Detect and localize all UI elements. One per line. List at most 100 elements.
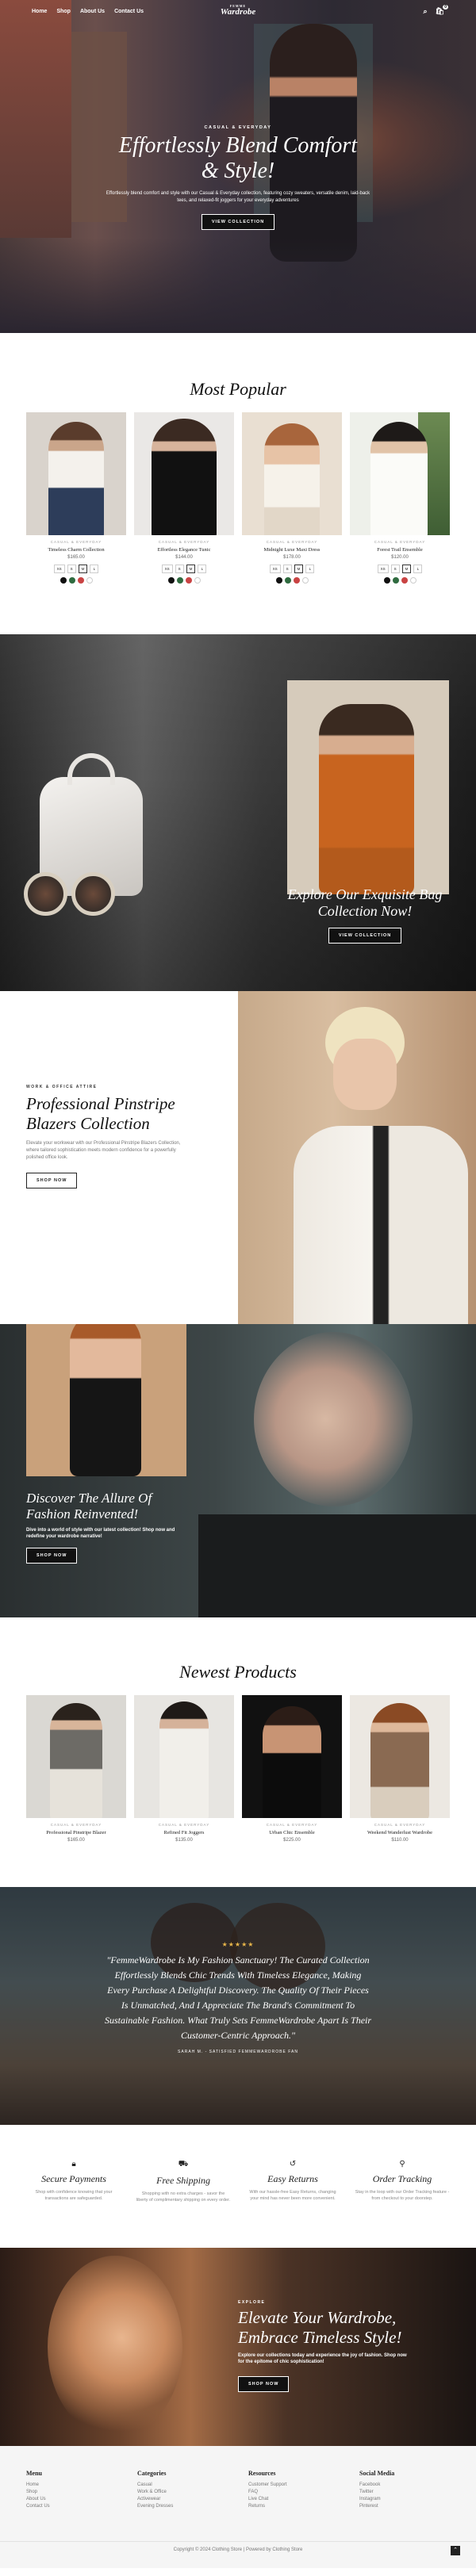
- blazers-title-line2: Blazers Collection: [26, 1114, 150, 1133]
- size-option[interactable]: XS: [269, 565, 281, 573]
- footer-link[interactable]: Twitter: [359, 2489, 450, 2496]
- product-image[interactable]: [350, 1695, 450, 1818]
- site-logo[interactable]: FEMME Wardrobe: [221, 5, 255, 17]
- blazers-shop-now-button[interactable]: SHOP NOW: [26, 1173, 78, 1188]
- footer-link[interactable]: Home: [26, 2482, 137, 2489]
- size-option[interactable]: L: [413, 565, 423, 573]
- feature-item: ⚲ Order Tracking Stay in the loop with o…: [355, 2160, 450, 2203]
- product-name[interactable]: Urban Chic Ensemble: [242, 1830, 342, 1835]
- feature-text: Shop with confidence knowing that your t…: [35, 2190, 113, 2201]
- size-option[interactable]: S: [390, 565, 400, 573]
- product-image[interactable]: [134, 1695, 234, 1818]
- size-option[interactable]: L: [305, 565, 315, 573]
- feature-title: Order Tracking: [372, 2173, 432, 2184]
- product-card[interactable]: CASUAL & EVERYDAY Timeless Charm Collect…: [26, 412, 126, 584]
- size-option[interactable]: S: [175, 565, 184, 573]
- product-card[interactable]: CASUAL & EVERYDAY Effortless Elegance Tu…: [134, 412, 234, 584]
- hero-street-overlay: [0, 238, 476, 333]
- product-card[interactable]: CASUAL & EVERYDAY Professional Pinstripe…: [26, 1695, 126, 1843]
- nav-link-home[interactable]: Home: [32, 9, 47, 14]
- size-option[interactable]: S: [67, 565, 76, 573]
- product-card[interactable]: CASUAL & EVERYDAY Refined Fit Joggers $1…: [134, 1695, 234, 1843]
- product-card[interactable]: CASUAL & EVERYDAY Urban Chic Ensemble $2…: [242, 1695, 342, 1843]
- product-card[interactable]: CASUAL & EVERYDAY Forest Trail Ensemble …: [350, 412, 450, 584]
- product-image[interactable]: [26, 1695, 126, 1818]
- product-image[interactable]: [350, 412, 450, 535]
- footer-link[interactable]: Pinterest: [359, 2503, 450, 2510]
- size-option[interactable]: XS: [53, 565, 65, 573]
- testimonial-content: ★★★★★ "FemmeWardrobe Is My Fashion Sanct…: [103, 1941, 373, 2054]
- product-image[interactable]: [242, 412, 342, 535]
- footer-link[interactable]: Work & Office: [137, 2489, 248, 2496]
- color-swatch[interactable]: [60, 577, 67, 584]
- nav-link-shop[interactable]: Shop: [56, 9, 71, 14]
- color-swatch[interactable]: [68, 577, 75, 584]
- color-swatch[interactable]: [401, 577, 408, 584]
- color-swatch[interactable]: [194, 577, 201, 584]
- product-price: $110.00: [391, 1838, 409, 1843]
- allure-shop-now-button[interactable]: SHOP NOW: [26, 1548, 78, 1564]
- cart-icon[interactable]: 🛍 0: [436, 4, 448, 16]
- product-card[interactable]: CASUAL & EVERYDAY Midnight Luxe Maxi Dre…: [242, 412, 342, 584]
- color-swatch[interactable]: [284, 577, 291, 584]
- color-swatch[interactable]: [176, 577, 183, 584]
- hero-view-collection-button[interactable]: VIEW COLLECTION: [201, 214, 275, 230]
- footer-link[interactable]: Live Chat: [248, 2496, 359, 2503]
- size-option[interactable]: L: [90, 565, 99, 573]
- size-option[interactable]: M: [186, 565, 196, 573]
- footer-link[interactable]: About Us: [26, 2496, 137, 2503]
- footer-link[interactable]: Shop: [26, 2489, 137, 2496]
- bag-model-image: [287, 680, 449, 894]
- color-swatch[interactable]: [392, 577, 399, 584]
- color-swatch[interactable]: [293, 577, 300, 584]
- product-name[interactable]: Refined Fit Joggers: [134, 1830, 234, 1835]
- product-name[interactable]: Effortless Elegance Tunic: [134, 547, 234, 553]
- size-option[interactable]: L: [198, 565, 207, 573]
- color-swatch[interactable]: [275, 577, 282, 584]
- footer-heading: Resources: [248, 2470, 276, 2477]
- size-option[interactable]: S: [282, 565, 292, 573]
- product-name[interactable]: Midnight Luxe Maxi Dress: [242, 547, 342, 553]
- product-image[interactable]: [242, 1695, 342, 1818]
- footer-link[interactable]: Instagram: [359, 2496, 450, 2503]
- size-option[interactable]: XS: [377, 565, 389, 573]
- nav-link-about[interactable]: About Us: [80, 9, 105, 14]
- footer-link[interactable]: Customer Support: [248, 2482, 359, 2489]
- blazers-image: [238, 991, 476, 1324]
- footer-link[interactable]: Casual: [137, 2482, 248, 2489]
- color-swatch[interactable]: [383, 577, 390, 584]
- nav-link-contact[interactable]: Contact Us: [114, 9, 144, 14]
- footer-link[interactable]: Returns: [248, 2503, 359, 2510]
- most-popular-grid: CASUAL & EVERYDAY Timeless Charm Collect…: [26, 412, 450, 584]
- color-swatch[interactable]: [409, 577, 416, 584]
- footer-link[interactable]: Facebook: [359, 2482, 450, 2489]
- search-icon[interactable]: ⌕: [424, 7, 428, 16]
- color-swatch[interactable]: [301, 577, 309, 584]
- product-name[interactable]: Professional Pinstripe Blazer: [26, 1830, 126, 1835]
- color-swatch[interactable]: [167, 577, 175, 584]
- footer-link[interactable]: FAQ: [248, 2489, 359, 2496]
- footer-column-resources: Resources Customer Support FAQ Live Chat…: [248, 2470, 359, 2510]
- product-name[interactable]: Forest Trail Ensemble: [350, 547, 450, 553]
- footer-heading: Categories: [137, 2470, 167, 2477]
- footer-link[interactable]: Contact Us: [26, 2503, 137, 2510]
- size-option[interactable]: XS: [161, 565, 173, 573]
- color-swatch[interactable]: [86, 577, 93, 584]
- color-swatch[interactable]: [77, 577, 84, 584]
- size-option[interactable]: M: [78, 565, 88, 573]
- footer-link[interactable]: Activewear: [137, 2496, 248, 2503]
- bag-view-collection-button[interactable]: VIEW COLLECTION: [328, 928, 402, 944]
- product-card[interactable]: CASUAL & EVERYDAY Weekend Wanderlust War…: [350, 1695, 450, 1843]
- blazers-model-face: [333, 1039, 397, 1110]
- product-image[interactable]: [26, 412, 126, 535]
- blazers-model-jacket: [294, 1126, 468, 1324]
- size-option[interactable]: M: [294, 565, 304, 573]
- size-option[interactable]: M: [401, 565, 412, 573]
- scroll-to-top-icon[interactable]: ⌃: [451, 2546, 460, 2555]
- product-name[interactable]: Timeless Charm Collection: [26, 547, 126, 553]
- footer-link[interactable]: Evening Dresses: [137, 2503, 248, 2510]
- product-name[interactable]: Weekend Wanderlust Wardrobe: [350, 1830, 450, 1835]
- product-image[interactable]: [134, 412, 234, 535]
- timeless-shop-now-button[interactable]: SHOP NOW: [238, 2376, 290, 2392]
- color-swatch[interactable]: [185, 577, 192, 584]
